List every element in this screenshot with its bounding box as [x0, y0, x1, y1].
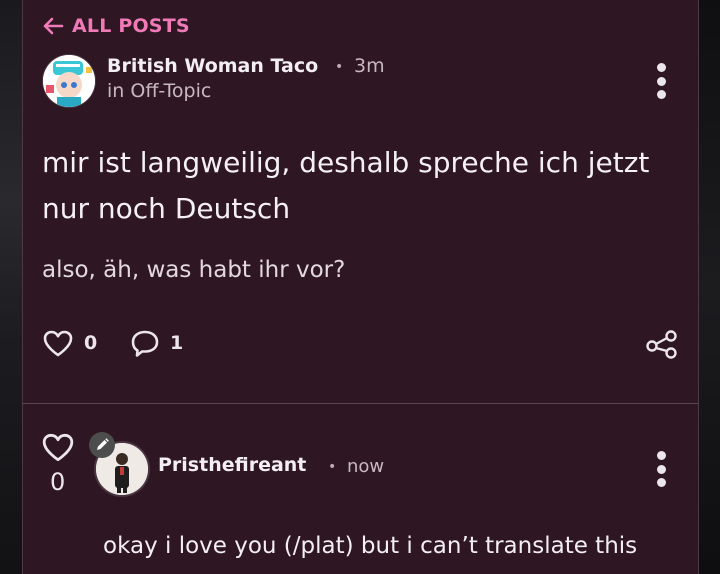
- like-button[interactable]: 0: [42, 329, 97, 357]
- reply-vote-count: 0: [50, 468, 66, 496]
- post-title: mir ist langweilig, deshalb spreche ich …: [42, 146, 650, 225]
- reply-author-name[interactable]: Pristhefireant: [158, 454, 306, 476]
- share-button[interactable]: [645, 329, 679, 359]
- heart-icon: [42, 433, 74, 462]
- background-left: [0, 0, 22, 574]
- reply-body: okay i love you (/plat) but i can’t tran…: [103, 533, 638, 559]
- comment-count: 1: [170, 332, 184, 354]
- reply-kebab-menu-icon[interactable]: [651, 451, 671, 487]
- like-count: 0: [84, 332, 98, 354]
- comment-icon: [131, 330, 159, 357]
- post-author-name[interactable]: British Woman Taco: [107, 55, 318, 77]
- post-timestamp: 3m: [354, 55, 385, 77]
- reply-timestamp: now: [347, 456, 385, 477]
- edited-badge: [89, 432, 115, 458]
- back-to-all-posts-link[interactable]: ALL POSTS: [42, 15, 190, 37]
- reply-like-button[interactable]: [41, 432, 75, 466]
- arrow-left-icon: [43, 17, 64, 35]
- comment-button[interactable]: 1: [130, 329, 183, 357]
- meta-separator: •: [335, 59, 344, 75]
- post-kebab-menu-icon[interactable]: [651, 63, 671, 99]
- back-link-label: ALL POSTS: [72, 15, 190, 37]
- heart-icon: [43, 330, 73, 357]
- author-avatar[interactable]: [43, 55, 95, 107]
- post-community[interactable]: in Off-Topic: [107, 80, 211, 102]
- section-divider: [22, 403, 698, 404]
- reply-meta-separator: •: [328, 459, 337, 475]
- post-body: also, äh, was habt ihr vor?: [42, 257, 346, 283]
- share-icon: [646, 330, 677, 359]
- avatar-image: [43, 55, 95, 107]
- pencil-icon: [97, 438, 109, 450]
- background-right: [698, 0, 720, 574]
